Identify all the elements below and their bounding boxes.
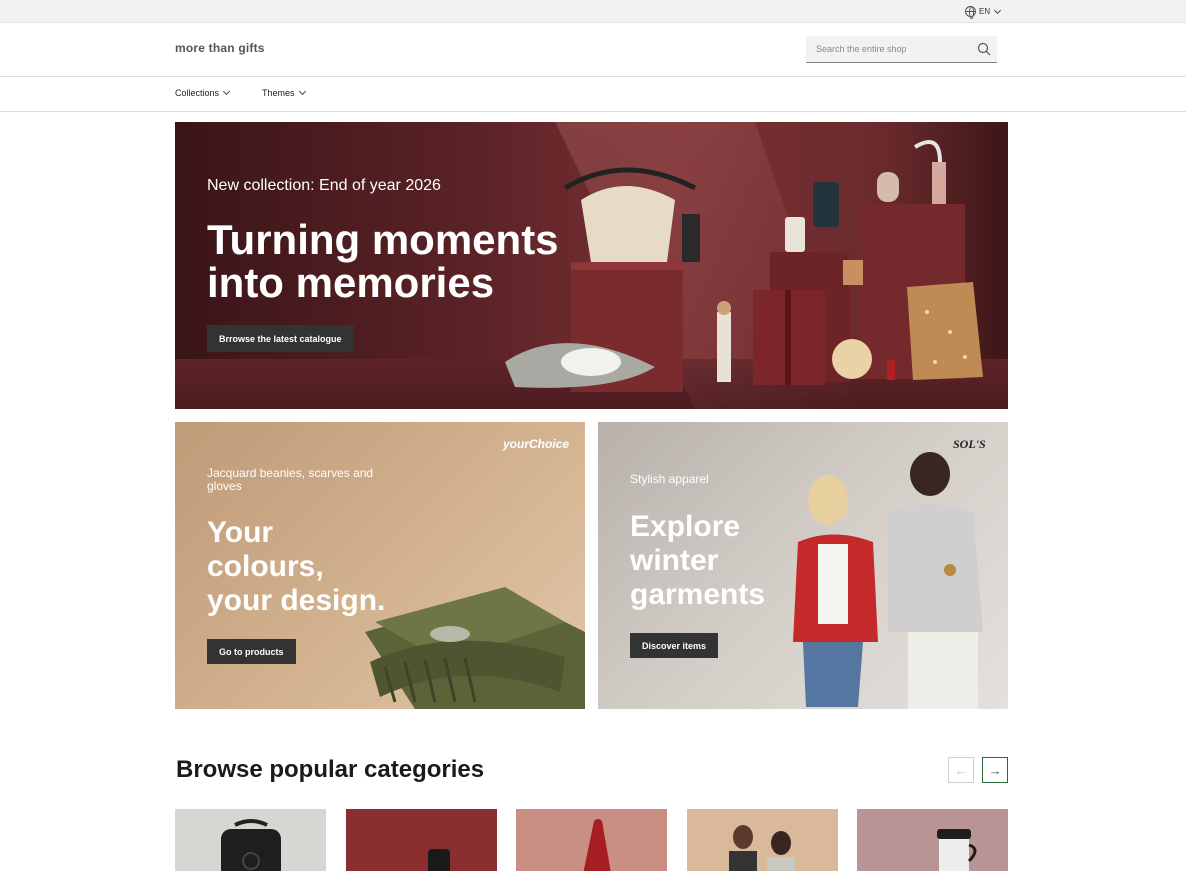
language-selector[interactable]: EN [965, 6, 1002, 19]
site-header: more than gifts [0, 23, 1186, 77]
search-input[interactable] [816, 42, 966, 56]
arrow-left-icon: ← [954, 762, 968, 778]
promo-title: Your colours, your design. [207, 516, 385, 618]
chevron-down-icon [222, 87, 231, 96]
promo-subtitle: Stylish apparel [630, 472, 709, 486]
section-title: Browse popular categories [176, 756, 485, 783]
go-to-products-button[interactable]: Go to products [207, 639, 296, 664]
hat-image [583, 819, 611, 871]
globe-icon [965, 6, 976, 19]
language-label: EN [979, 7, 991, 16]
arrow-right-icon: → [988, 762, 1002, 778]
carousel-next-button[interactable]: → [982, 757, 1008, 783]
search-box [806, 36, 997, 63]
promo-title-line: colours, [207, 550, 324, 583]
carousel-prev-button[interactable]: ← [948, 757, 974, 783]
category-tile-backpack[interactable] [175, 809, 326, 871]
chevron-down-icon [298, 87, 306, 96]
tumbler-image [937, 829, 977, 871]
category-tile-tumbler[interactable] [857, 809, 1008, 871]
knitwear-image [365, 587, 585, 709]
promo-title-line: garments [630, 578, 766, 611]
hero-products-image [505, 122, 983, 409]
promo-title-line: Your [207, 516, 274, 549]
hero-title-line: Turning moments [207, 216, 559, 263]
hero-banner[interactable]: New collection: End of year 2026 Turning… [175, 122, 1008, 409]
site-logo[interactable]: more than gifts [175, 41, 265, 55]
promo-subtitle: Jacquard beanies, scarves and gloves [207, 466, 374, 493]
backpack-image [221, 819, 281, 871]
search-icon[interactable] [977, 42, 991, 56]
models-image [793, 452, 983, 709]
browse-catalogue-button[interactable]: Brrowse the latest catalogue [207, 325, 354, 352]
promo-title: Explore winter garments [630, 510, 765, 612]
category-tile-hat[interactable] [516, 809, 667, 871]
main-nav: Collections Themes [0, 77, 1186, 112]
chevron-down-icon [994, 6, 1002, 14]
nav-item-label: Themes [262, 88, 295, 98]
hero-title: Turning moments into memories [207, 218, 559, 304]
sols-logo: SOL'S [953, 437, 986, 451]
hero-subtitle: New collection: End of year 2026 [207, 177, 441, 194]
category-tile-apparel[interactable] [687, 809, 838, 871]
discover-items-button[interactable]: Discover items [630, 633, 719, 658]
hero-title-line: into memories [207, 259, 495, 306]
nav-item-collections[interactable]: Collections [175, 87, 231, 98]
promo-title-line: Explore [630, 510, 741, 543]
promo-title-line: winter [630, 544, 719, 577]
nav-item-themes[interactable]: Themes [262, 87, 306, 98]
promo-card-sols[interactable]: SOL'S Stylish apparel Explore winter gar… [598, 422, 1008, 709]
promo-title-line: your design. [207, 584, 386, 617]
nav-item-label: Collections [175, 88, 220, 98]
apparel-image [729, 825, 795, 871]
bottle-image [428, 849, 450, 871]
category-tile-bottle[interactable] [346, 809, 497, 871]
yourchoice-logo: yourChoice [503, 437, 570, 451]
top-bar: EN [0, 0, 1186, 23]
promo-card-yourchoice[interactable]: yourChoice Jacquard beanies, scarves and… [175, 422, 585, 709]
